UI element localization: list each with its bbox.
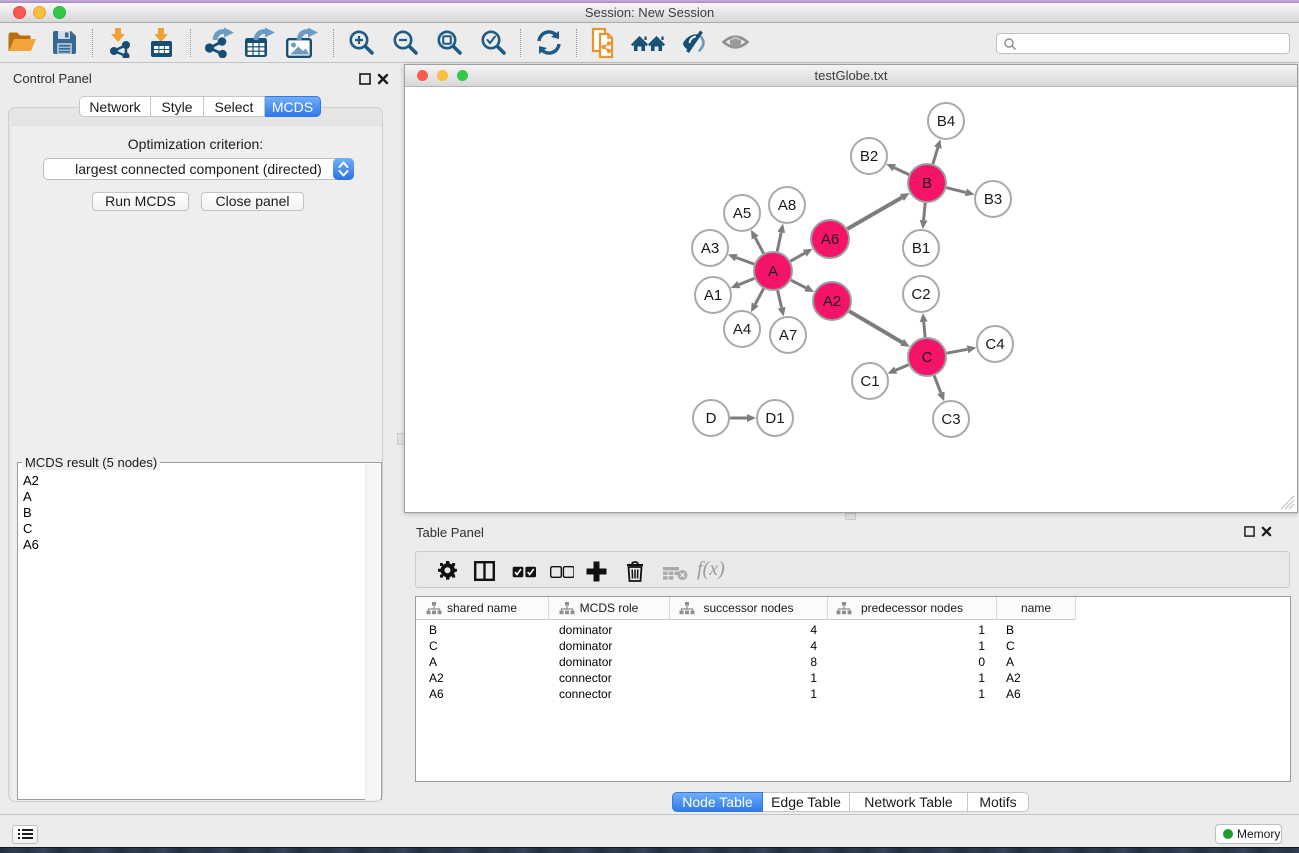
svg-text:B4: B4 [937, 113, 955, 130]
svg-text:A7: A7 [779, 327, 797, 344]
svg-text:C3: C3 [941, 411, 960, 428]
svg-text:A3: A3 [701, 240, 719, 257]
svg-text:D1: D1 [765, 410, 784, 427]
svg-text:C: C [922, 349, 933, 366]
svg-text:A1: A1 [704, 287, 722, 304]
svg-text:A2: A2 [823, 293, 841, 310]
svg-text:A6: A6 [821, 231, 839, 248]
svg-text:C1: C1 [860, 373, 879, 390]
svg-text:C2: C2 [911, 286, 930, 303]
svg-text:A: A [768, 263, 778, 280]
svg-text:B: B [922, 175, 932, 192]
svg-text:D: D [706, 410, 717, 427]
svg-text:A4: A4 [733, 321, 751, 338]
svg-text:B1: B1 [912, 240, 930, 257]
svg-text:B2: B2 [860, 148, 878, 165]
svg-text:C4: C4 [985, 336, 1004, 353]
svg-text:A8: A8 [778, 197, 796, 214]
svg-text:A5: A5 [733, 205, 751, 222]
svg-text:B3: B3 [984, 191, 1002, 208]
